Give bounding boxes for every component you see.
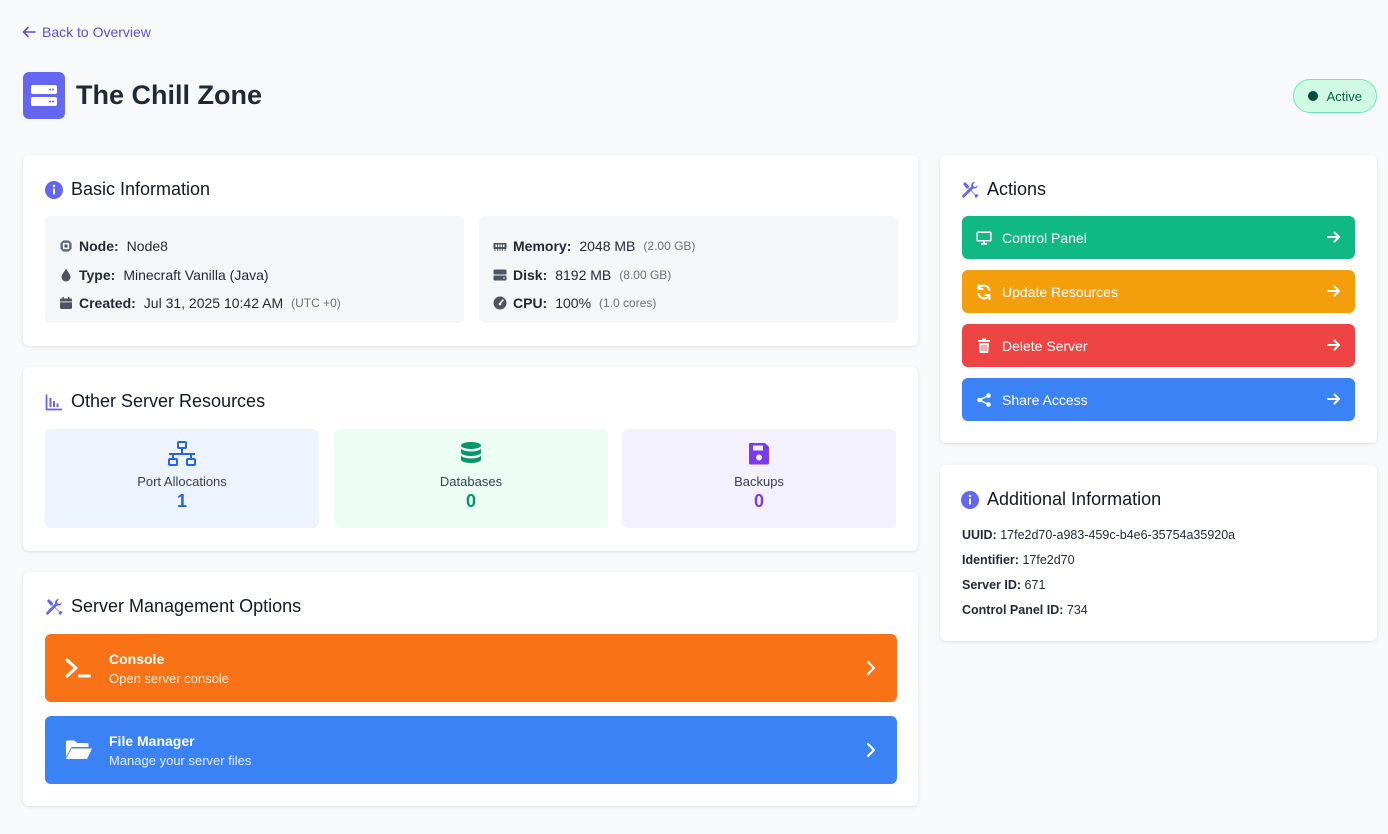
arrow-right-icon [1327, 339, 1340, 351]
network-icon [168, 441, 196, 466]
chevron-right-icon [866, 660, 876, 676]
other-resources-card: Other Server Resources Port Allocations … [23, 367, 918, 551]
folder-open-icon [66, 740, 92, 759]
database-icon [461, 442, 481, 463]
status-badge: Active [1292, 79, 1377, 113]
update-resources-button[interactable]: Update Resources [962, 270, 1355, 313]
control-panel-button[interactable]: Control Panel [962, 216, 1355, 259]
arrow-left-icon [22, 26, 36, 38]
chart-bar-icon [45, 394, 62, 410]
server-management-title: Server Management Options [45, 596, 301, 617]
trash-icon [978, 338, 990, 353]
update-resources-label: Update Resources [1002, 283, 1118, 300]
actions-card: Actions Control Panel Update Resources D… [940, 155, 1377, 443]
basic-info-right-box: Memory: 2048 MB (2.00 GB) Disk: 8192 MB … [479, 216, 898, 323]
databases-label: Databases [439, 474, 503, 489]
backups-label: Backups [734, 474, 784, 489]
server-icon [23, 72, 65, 119]
arrow-right-icon [1327, 393, 1340, 405]
port-allocations-label: Port Allocations [137, 474, 227, 489]
page-header: The Chill Zone [23, 72, 262, 119]
delete-server-label: Delete Server [1002, 337, 1088, 354]
save-icon [749, 443, 769, 465]
identifier-row: Identifier: 17fe2d70 [962, 553, 1075, 567]
databases-box[interactable]: Databases 0 [334, 429, 608, 528]
backups-value: 0 [753, 491, 764, 511]
droplet-icon [61, 268, 71, 282]
basic-information-card: Basic Information Node: Node8 Type: Mine… [23, 155, 918, 346]
cpu-row: CPU: 100% (1.0 cores) [493, 289, 884, 318]
gauge-icon [493, 296, 507, 310]
file-manager-title: File Manager [109, 732, 195, 749]
port-allocations-value: 1 [176, 491, 187, 511]
status-label: Active [1326, 88, 1362, 104]
status-dot-icon [1307, 91, 1318, 101]
arrow-right-icon [1327, 285, 1340, 297]
terminal-icon [65, 658, 91, 678]
backups-box[interactable]: Backups 0 [622, 429, 896, 528]
tools-icon [46, 598, 63, 615]
file-manager-subtitle: Manage your server files [109, 752, 252, 768]
additional-info-list: UUID: 17fe2d70-a983-459c-b4e6-35754a3592… [962, 526, 1235, 626]
back-to-overview-link[interactable]: Back to Overview [22, 24, 151, 40]
server-management-card: Server Management Options Console Open s… [23, 572, 918, 806]
disk-row: Disk: 8192 MB (8.00 GB) [493, 261, 884, 290]
info-circle-icon [45, 180, 63, 199]
hard-drive-icon [493, 269, 507, 281]
actions-title: Actions [961, 179, 1046, 200]
chevron-right-icon [866, 742, 876, 758]
created-row: Created: Jul 31, 2025 10:42 AM (UTC +0) [59, 289, 450, 318]
server-id-row: Server ID: 671 [962, 578, 1046, 592]
additional-information-title: Additional Information [961, 489, 1161, 510]
microchip-icon [60, 240, 72, 253]
share-access-label: Share Access [1002, 391, 1088, 408]
type-row: Type: Minecraft Vanilla (Java) [59, 261, 450, 290]
calendar-icon [60, 297, 72, 310]
desktop-icon [976, 231, 992, 245]
console-title: Console [109, 650, 165, 667]
tools-icon [962, 181, 979, 198]
port-allocations-box[interactable]: Port Allocations 1 [45, 429, 319, 528]
console-button[interactable]: Console Open server console [45, 634, 897, 702]
memory-row: Memory: 2048 MB (2.00 GB) [493, 232, 884, 261]
additional-information-card: Additional Information UUID: 17fe2d70-a9… [940, 465, 1377, 641]
control-panel-label: Control Panel [1002, 229, 1087, 246]
other-resources-title: Other Server Resources [45, 391, 265, 412]
node-row: Node: Node8 [59, 232, 450, 261]
console-subtitle: Open server console [109, 670, 229, 686]
basic-info-left-box: Node: Node8 Type: Minecraft Vanilla (Jav… [45, 216, 464, 323]
control-panel-id-row: Control Panel ID: 734 [962, 603, 1088, 617]
share-nodes-icon [977, 392, 991, 407]
databases-value: 0 [465, 491, 476, 511]
arrow-right-icon [1327, 231, 1340, 243]
basic-information-title: Basic Information [45, 179, 210, 200]
memory-icon [493, 243, 507, 252]
info-circle-icon [961, 490, 979, 509]
page-title: The Chill Zone [76, 80, 262, 110]
file-manager-button[interactable]: File Manager Manage your server files [45, 716, 897, 784]
delete-server-button[interactable]: Delete Server [962, 324, 1355, 367]
back-link-label: Back to Overview [42, 24, 151, 40]
uuid-row: UUID: 17fe2d70-a983-459c-b4e6-35754a3592… [962, 528, 1236, 542]
sync-icon [977, 283, 991, 300]
share-access-button[interactable]: Share Access [962, 378, 1355, 421]
